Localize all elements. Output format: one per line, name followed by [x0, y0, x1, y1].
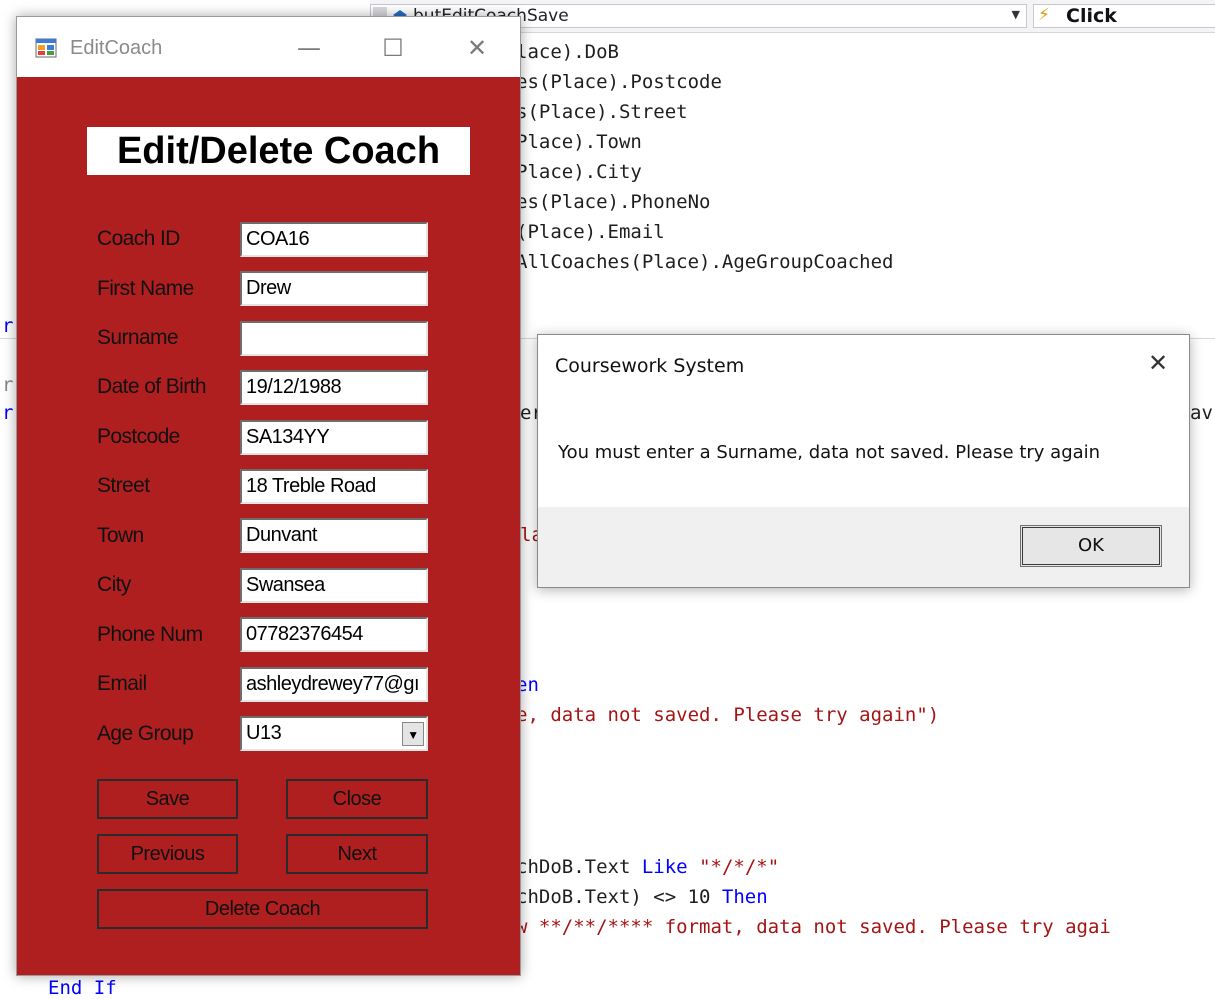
code-line: Place).City — [516, 161, 642, 183]
window-titlebar[interactable]: EditCoach — ☐ ✕ — [17, 17, 520, 77]
event-bolt-icon: ⚡ — [1038, 5, 1050, 25]
previous-button[interactable]: Previous — [97, 834, 238, 874]
minimize-icon[interactable]: — — [285, 31, 333, 65]
code-fragment: r — [2, 402, 14, 424]
close-button[interactable]: Close — [286, 779, 428, 819]
code-fragment: r — [2, 315, 14, 337]
postcode-label: Postcode — [97, 425, 180, 448]
ok-button[interactable]: OK — [1020, 525, 1162, 567]
code-line: AllCoaches(Place).AgeGroupCoached — [516, 251, 894, 273]
street-field[interactable]: 18 Treble Road — [240, 469, 428, 504]
dialog-message: You must enter a Surname, data not saved… — [558, 442, 1101, 463]
city-field[interactable]: Swansea — [240, 568, 428, 603]
chevron-down-icon[interactable]: ▼ — [1012, 8, 1020, 21]
close-icon[interactable]: ✕ — [1148, 349, 1168, 377]
code-line: lace).DoB — [516, 41, 619, 63]
surname-field[interactable] — [240, 321, 428, 356]
message-box-dialog: Coursework System ✕ You must enter a Sur… — [537, 334, 1190, 588]
dialog-footer: OK — [538, 507, 1189, 587]
code-line: Place).Town — [516, 131, 642, 153]
dob-field[interactable]: 19/12/1988 — [240, 370, 428, 405]
delete-coach-button[interactable]: Delete Coach — [97, 889, 428, 929]
phone-field[interactable]: 07782376454 — [240, 617, 428, 652]
phone-label: Phone Num — [97, 623, 203, 646]
first-name-label: First Name — [97, 277, 194, 300]
code-line: (Place).Email — [516, 221, 665, 243]
town-field[interactable]: Dunvant — [240, 518, 428, 553]
coach-id-label: Coach ID — [97, 227, 180, 250]
dialog-title: Coursework System — [555, 355, 745, 377]
age-group-label: Age Group — [97, 722, 194, 745]
event-dropdown-value: Click — [1066, 5, 1117, 27]
event-dropdown[interactable]: ⚡ Click — [1033, 4, 1215, 28]
age-group-select[interactable]: U13 ▼ — [240, 716, 428, 751]
window-title: EditCoach — [70, 37, 163, 59]
email-label: Email — [97, 672, 147, 695]
close-icon[interactable]: ✕ — [453, 31, 501, 65]
code-line: s(Place).Street — [516, 101, 688, 123]
next-button[interactable]: Next — [286, 834, 428, 874]
surname-label: Surname — [97, 326, 179, 349]
code-fragment: av — [1190, 402, 1213, 424]
maximize-icon[interactable]: ☐ — [369, 31, 417, 65]
email-field[interactable]: ashleydrewey77@gı — [240, 667, 428, 702]
form-app-icon — [35, 38, 57, 58]
coach-id-field[interactable]: COA16 — [240, 222, 428, 257]
street-label: Street — [97, 474, 150, 497]
code-line: e, data not saved. Please try again") — [516, 704, 940, 726]
dob-label: Date of Birth — [97, 375, 207, 398]
code-line: End If — [48, 977, 117, 999]
code-line: es(Place).PhoneNo — [516, 191, 711, 213]
code-line: w **/**/**** format, data not saved. Ple… — [516, 916, 1111, 938]
postcode-field[interactable]: SA134YY — [240, 420, 428, 455]
code-fragment: r — [2, 374, 14, 396]
chevron-down-icon[interactable]: ▼ — [402, 722, 424, 746]
town-label: Town — [97, 524, 144, 547]
code-line: chDoB.Text) <> 10 Then — [516, 886, 768, 908]
age-group-value: U13 — [246, 722, 282, 744]
code-line: chDoB.Text Like "*/*/*" — [516, 856, 780, 878]
first-name-field[interactable]: Drew — [240, 271, 428, 306]
form-heading: Edit/Delete Coach — [87, 127, 470, 175]
city-label: City — [97, 573, 131, 596]
edit-coach-window: EditCoach — ☐ ✕ Edit/Delete Coach Coach … — [16, 16, 521, 976]
edit-coach-form: Edit/Delete Coach Coach ID COA16 First N… — [17, 77, 520, 975]
save-button[interactable]: Save — [97, 779, 238, 819]
code-line: es(Place).Postcode — [516, 71, 722, 93]
